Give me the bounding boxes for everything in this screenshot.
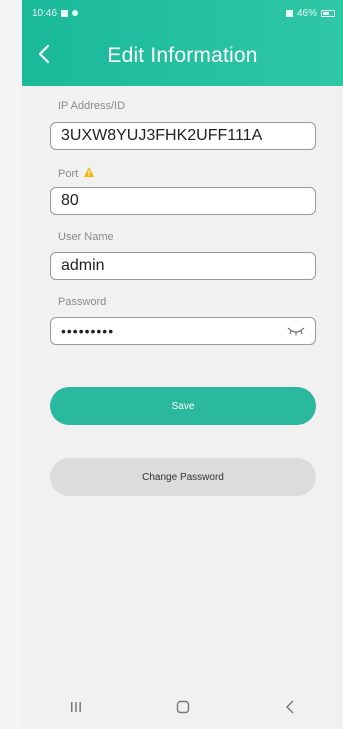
system-back-button[interactable] — [270, 692, 310, 722]
ip-address-value: 3UXW8YUJ3FHK2UFF111A — [61, 127, 263, 144]
username-value: admin — [61, 257, 105, 274]
battery-icon — [321, 9, 335, 17]
ip-label: IP Address/ID — [58, 100, 126, 112]
port-label-wrap: Port — [58, 166, 95, 180]
port-field[interactable]: 80 — [50, 187, 316, 215]
warning-icon — [84, 167, 95, 177]
header: 10:46 46% Edit Information — [22, 0, 343, 86]
system-nav-bar — [22, 685, 343, 729]
recent-apps-icon — [70, 702, 81, 712]
change-password-button[interactable]: Change Password — [50, 458, 316, 496]
ip-address-field[interactable]: 3UXW8YUJ3FHK2UFF111A — [50, 122, 316, 150]
username-label: User Name — [58, 231, 114, 243]
signal-icon — [285, 9, 293, 17]
status-right: 46% — [285, 7, 335, 19]
password-field[interactable]: ••••••••• — [50, 317, 316, 345]
save-button[interactable]: Save — [50, 387, 316, 425]
notification-dot-icon — [72, 10, 79, 16]
status-battery-text: 46% — [296, 7, 317, 19]
notification-icon — [61, 9, 69, 17]
status-time: 10:46 — [32, 7, 58, 19]
status-bar: 10:46 46% — [32, 6, 335, 20]
page-title: Edit Information — [107, 44, 258, 67]
home-icon — [176, 700, 189, 714]
back-arrow-icon — [285, 700, 293, 714]
password-value: ••••••••• — [61, 323, 115, 339]
username-field[interactable]: admin — [50, 252, 316, 280]
home-button[interactable] — [163, 692, 203, 722]
port-value: 80 — [61, 192, 79, 209]
status-left: 10:46 — [32, 7, 79, 19]
port-label: Port — [58, 168, 79, 180]
eye-closed-icon[interactable] — [287, 326, 305, 336]
password-label: Password — [58, 296, 107, 308]
recent-apps-button[interactable] — [56, 692, 96, 722]
screen: 10:46 46% Edit Information IP Address/ID… — [22, 0, 343, 729]
